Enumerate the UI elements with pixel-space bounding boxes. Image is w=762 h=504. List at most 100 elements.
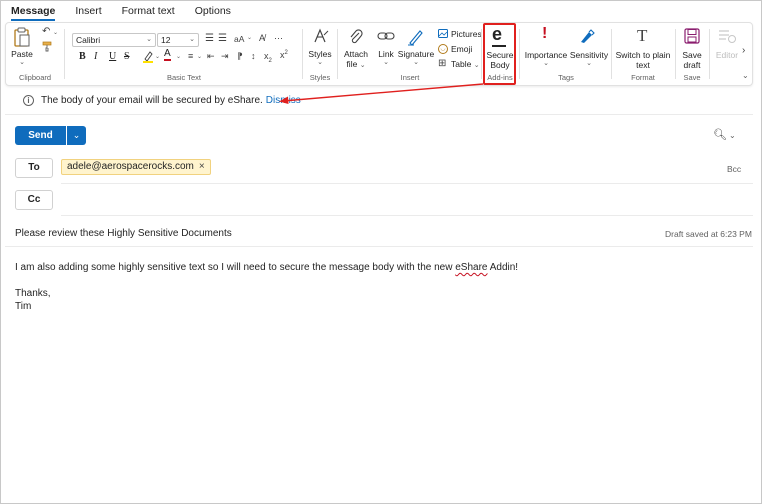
signature-icon[interactable]	[407, 28, 425, 49]
recipient-chip[interactable]: adele@aerospacerocks.com ×	[61, 159, 211, 175]
sensitivity-icon[interactable]	[579, 28, 595, 47]
save-draft-label[interactable]: Save	[677, 50, 707, 60]
save-draft-label-2[interactable]: draft	[677, 60, 707, 70]
divider	[302, 29, 303, 79]
basic-text-group: Calibri ⌄ 12 ⌄ ☰ ☰ aA ⌄ A̸ ⋯ B I U S ⌄ A ⌄…	[66, 23, 302, 85]
format-group: T Switch to plain text Format	[613, 23, 673, 85]
chevron-down-icon[interactable]: ⌄	[524, 59, 568, 69]
highlight-icon[interactable]	[142, 50, 154, 66]
tab-insert[interactable]: Insert	[75, 1, 101, 21]
line-spacing-icon[interactable]: ↕	[251, 51, 256, 61]
divider	[709, 29, 710, 79]
font-color-icon[interactable]: A	[164, 49, 171, 61]
editor-icon[interactable]	[718, 29, 736, 46]
remove-recipient-icon[interactable]: ×	[199, 161, 205, 172]
chevron-down-icon[interactable]: ⌄	[373, 58, 399, 68]
superscript-icon[interactable]: x2	[280, 50, 288, 60]
attach-file-label[interactable]: Attach	[339, 49, 373, 59]
subject-field[interactable]: Please review these Highly Sensitive Doc…	[15, 228, 232, 239]
chevron-down-icon[interactable]: ⌄	[247, 34, 252, 41]
tab-message[interactable]: Message	[11, 1, 56, 21]
insert-group: Attach file ⌄ Link ⌄ Signature ⌄ Picture…	[339, 23, 482, 85]
numbering-icon[interactable]: ☰	[218, 33, 227, 44]
clear-formatting-icon[interactable]: A̸	[259, 33, 265, 43]
cc-button[interactable]: Cc	[15, 190, 53, 210]
paperclip-icon[interactable]	[349, 28, 363, 49]
send-options-chevron-icon[interactable]: ⌄	[67, 126, 86, 145]
link-icon[interactable]	[377, 30, 395, 45]
basic-text-group-label: Basic Text	[166, 73, 202, 82]
chevron-right-icon[interactable]: ›	[742, 45, 745, 56]
table-label[interactable]: Table ⌄	[451, 59, 480, 69]
subscript-icon[interactable]: x2	[264, 51, 272, 64]
editor-label[interactable]: Editor	[715, 50, 739, 60]
signature-line: Tim	[15, 301, 32, 312]
importance-icon[interactable]: !	[542, 25, 547, 43]
pictures-icon[interactable]	[438, 29, 448, 41]
infobar-message: The body of your email will be secured b…	[41, 95, 263, 106]
font-size-value: 12	[161, 35, 171, 45]
body-paragraph: I am also adding some highly sensitive t…	[15, 261, 518, 274]
infobar: i The body of your email will be secured…	[23, 95, 301, 106]
bcc-button[interactable]: Bcc	[727, 164, 741, 174]
draft-saved-status: Draft saved at 6:23 PM	[665, 229, 752, 239]
strikethrough-icon[interactable]: S	[124, 51, 130, 62]
styles-group: Styles ⌄ Styles	[304, 23, 336, 85]
recipient-email: adele@aerospacerocks.com	[67, 161, 194, 172]
decrease-indent-icon[interactable]: ⇤	[207, 51, 215, 62]
underline-icon[interactable]: U	[109, 51, 116, 62]
chevron-down-icon[interactable]: ⌄	[197, 53, 202, 60]
pictures-label[interactable]: Pictures	[451, 29, 482, 39]
tags-group: ! Importance ⌄ Sensitivity ⌄ Tags	[521, 23, 611, 85]
paste-icon[interactable]	[14, 27, 30, 50]
to-button[interactable]: To	[15, 158, 53, 178]
switch-plain-text-label[interactable]: Switch to plain	[613, 50, 673, 60]
font-name-select[interactable]: Calibri ⌄	[72, 33, 156, 47]
table-text: Table	[451, 59, 472, 69]
undo-icon[interactable]: ↶	[42, 26, 50, 37]
align-icon[interactable]: ≡	[188, 51, 193, 61]
font-size-icon[interactable]: aA	[234, 34, 244, 44]
font-size-select[interactable]: 12 ⌄	[157, 33, 199, 47]
bold-icon[interactable]: B	[79, 51, 86, 62]
chevron-down-icon[interactable]: ⌄	[155, 53, 160, 60]
italic-icon[interactable]: I	[94, 51, 97, 62]
emoji-label[interactable]: Emoji	[451, 44, 472, 54]
divider	[5, 114, 753, 115]
emoji-icon[interactable]: ◡	[438, 44, 448, 54]
switch-plain-text-label-2[interactable]: text	[613, 60, 673, 70]
chevron-down-icon: ⌄	[473, 62, 480, 69]
chevron-down-icon[interactable]: ⌄	[304, 58, 336, 68]
chevron-down-icon[interactable]: ⌄	[568, 59, 610, 69]
tags-group-label: Tags	[558, 73, 574, 82]
chevron-down-icon: ⌄	[359, 62, 366, 69]
message-body[interactable]: I am also adding some highly sensitive t…	[15, 261, 518, 313]
plain-text-icon[interactable]: T	[637, 26, 647, 46]
tab-options[interactable]: Options	[195, 1, 231, 21]
divider	[5, 246, 753, 247]
attach-file-sub: file	[346, 59, 358, 69]
save-icon[interactable]	[684, 28, 700, 47]
paragraph-icon[interactable]: ⁋	[237, 51, 243, 62]
ribbon: Paste ⌄ ↶ ⌄ Clipboard Calibri ⌄ 12 ⌄ ☰ ☰ a…	[5, 22, 753, 86]
ribbon-expand-chevron-icon[interactable]: ⌄	[742, 71, 749, 80]
zoom-icon[interactable]: 🔍︎ ⌄	[713, 128, 736, 141]
send-button[interactable]: Send	[15, 126, 66, 145]
divider	[61, 215, 753, 216]
more-options-icon[interactable]: ⋯	[274, 33, 283, 44]
body-text-end: Addin!	[487, 262, 519, 273]
format-painter-icon[interactable]	[42, 41, 53, 55]
chevron-down-icon[interactable]: ⌄	[53, 29, 58, 36]
styles-icon[interactable]	[313, 28, 329, 47]
chevron-down-icon[interactable]: ⌄	[397, 58, 435, 68]
chevron-down-icon[interactable]: ⌄	[10, 58, 34, 68]
attach-file-label-2[interactable]: file ⌄	[339, 59, 373, 71]
tab-format-text[interactable]: Format text	[122, 1, 175, 21]
increase-indent-icon[interactable]: ⇥	[221, 51, 229, 62]
callout-arrow	[279, 83, 484, 104]
divider	[611, 29, 612, 79]
table-icon[interactable]: ⊞	[438, 59, 446, 69]
chevron-down-icon[interactable]: ⌄	[176, 53, 181, 60]
bullets-icon[interactable]: ☰	[205, 33, 214, 44]
